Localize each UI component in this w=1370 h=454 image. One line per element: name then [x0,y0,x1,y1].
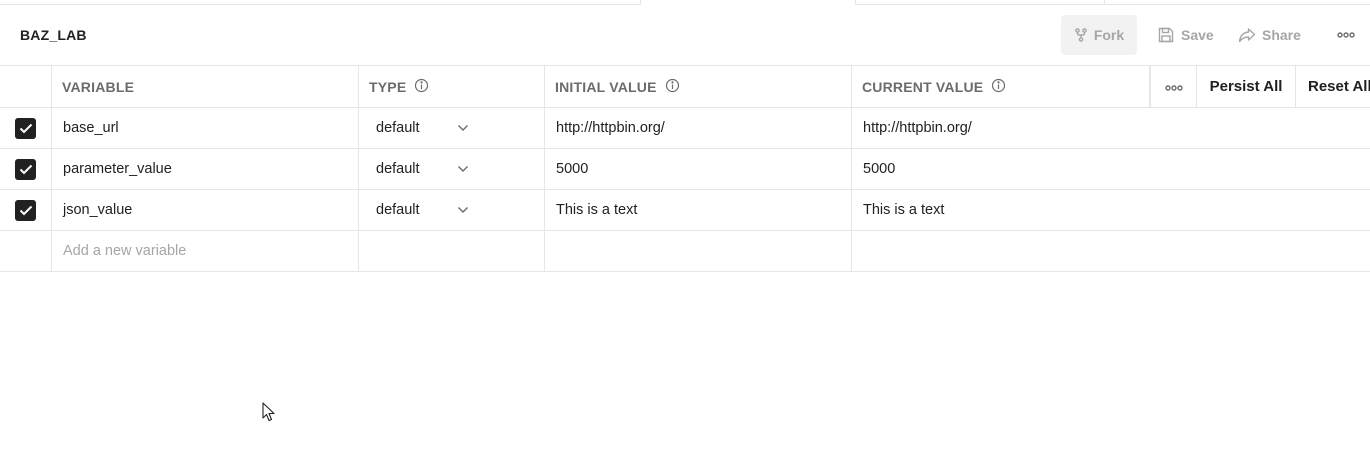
header-initial-value-label: INITIAL VALUE [555,78,657,95]
chevron-down-icon [457,161,469,177]
current-value-cell[interactable]: This is a text [852,190,1370,230]
current-value: This is a text [863,202,945,218]
share-label: Share [1262,27,1301,43]
initial-value: http://httpbin.org/ [556,120,665,136]
checkmark-icon [19,164,32,174]
persist-all-button[interactable]: Persist All [1197,66,1296,107]
enabled-checkbox[interactable] [15,199,36,221]
mouse-cursor [262,402,276,422]
header-variable-label: VARIABLE [62,78,135,95]
type-dropdown[interactable]: default [369,161,469,177]
checkbox-cell [0,231,52,271]
fork-label: Fork [1093,27,1125,43]
save-icon [1157,26,1175,44]
save-button[interactable]: Save [1157,15,1221,55]
collection-title: BAZ_LAB [20,27,87,43]
share-button[interactable]: Share [1238,15,1308,55]
type-dropdown[interactable]: default [369,202,469,218]
initial-value-cell[interactable]: This is a text [545,190,852,230]
reset-all-button[interactable]: Reset All [1296,66,1370,107]
variable-cell[interactable]: parameter_value [52,149,359,189]
checkmark-icon [19,205,32,215]
initial-value: This is a text [556,202,638,218]
current-value-cell[interactable] [852,231,1370,271]
table-row: base_url default http://httpbin.org/ htt… [0,108,1370,149]
header-type: TYPE [359,66,545,107]
more-horizontal-icon [1164,78,1183,96]
initial-value-cell[interactable]: 5000 [545,149,852,189]
initial-value-cell[interactable]: http://httpbin.org/ [545,108,852,148]
checkmark-icon [19,123,32,133]
info-icon[interactable] [414,78,429,96]
current-value-cell[interactable]: http://httpbin.org/ [852,108,1370,148]
type-value: default [376,120,420,136]
type-cell: default [359,190,545,230]
header-checkbox-cell [0,66,52,107]
type-cell: default [359,149,545,189]
enabled-checkbox[interactable] [15,158,36,180]
checkbox-cell [0,190,52,230]
new-variable-placeholder: Add a new variable [63,243,187,259]
type-value: default [376,161,420,177]
type-value: default [376,202,420,218]
type-cell: default [359,108,545,148]
more-horizontal-icon [1337,32,1355,38]
chevron-down-icon [457,202,469,218]
more-options-button[interactable] [1334,15,1358,55]
variable-cell[interactable]: json_value [52,190,359,230]
type-cell[interactable] [359,231,545,271]
header-type-label: TYPE [369,78,407,95]
header-current-value-label: CURRENT VALUE [862,78,984,95]
info-icon[interactable] [665,78,680,96]
enabled-checkbox[interactable] [15,117,36,139]
checkbox-cell [0,149,52,189]
variables-table: VARIABLE TYPE INITIAL VALUE CURRENT VALU… [0,65,1370,272]
type-dropdown[interactable]: default [369,120,469,136]
save-label: Save [1181,27,1214,43]
table-header-row: VARIABLE TYPE INITIAL VALUE CURRENT VALU… [0,65,1370,108]
initial-value: 5000 [556,161,589,177]
initial-value-cell[interactable] [545,231,852,271]
header-initial-value: INITIAL VALUE [545,66,852,107]
current-value: 5000 [863,161,896,177]
column-options-button[interactable] [1150,66,1197,107]
table-row: json_value default This is a text This i… [0,190,1370,231]
new-variable-row: Add a new variable [0,231,1370,272]
table-row: parameter_value default 5000 5000 [0,149,1370,190]
variable-name: parameter_value [63,161,172,177]
current-value-cell[interactable]: 5000 [852,149,1370,189]
current-value: http://httpbin.org/ [863,120,972,136]
header-current-value: CURRENT VALUE [852,66,1150,107]
variable-name: json_value [63,202,133,218]
checkbox-cell [0,108,52,148]
variable-name: base_url [63,120,119,136]
new-variable-input[interactable]: Add a new variable [52,231,359,271]
info-icon[interactable] [991,78,1006,96]
header-variable: VARIABLE [52,66,359,107]
variable-cell[interactable]: base_url [52,108,359,148]
collection-header: BAZ_LAB Fork Save Share [0,5,1370,66]
fork-button[interactable]: Fork [1061,15,1137,55]
share-icon [1238,27,1256,43]
fork-icon [1074,28,1088,42]
chevron-down-icon [457,120,469,136]
